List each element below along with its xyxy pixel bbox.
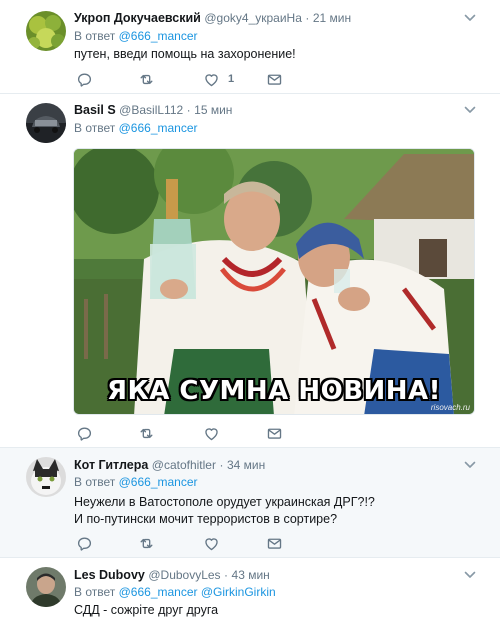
timestamp[interactable]: 43 мин — [232, 568, 270, 582]
message-button[interactable] — [266, 70, 283, 88]
reply-button[interactable] — [76, 424, 93, 442]
tweet-text: СДД - сожріте друг друга — [74, 602, 218, 619]
user-handle[interactable]: @catofhitler — [152, 458, 216, 472]
like-button[interactable]: 1 — [203, 70, 234, 88]
reply-mention[interactable]: @666_mancer — [119, 29, 198, 43]
retweet-icon — [138, 71, 155, 88]
tweet-header: Кот Гитлера @catofhitler · 34 мин — [74, 457, 265, 473]
tweet[interactable]: Укроп Докучаевский @goky4_украиНа · 21 м… — [0, 0, 500, 94]
caret-down-icon[interactable] — [464, 570, 476, 580]
reply-context: В ответ @666_mancer @GirkinGirkin — [74, 584, 276, 600]
reply-button[interactable] — [76, 70, 93, 88]
retweet-icon — [138, 425, 155, 442]
message-icon — [266, 535, 283, 552]
tweet-text-line: Неужели в Ватостополе орудует украинская… — [74, 495, 375, 509]
message-icon — [266, 425, 283, 442]
meme-watermark: risovach.ru — [430, 403, 470, 412]
meme-caption: ЯКА СУМНА НОВИНА! — [106, 376, 442, 406]
like-count: 1 — [228, 73, 235, 85]
caret-down-icon[interactable] — [464, 460, 476, 470]
reply-icon — [76, 425, 93, 442]
separator-dot: · — [224, 568, 229, 582]
like-icon — [203, 71, 220, 88]
tweet-header: Укроп Докучаевский @goky4_украиНа · 21 м… — [74, 10, 351, 26]
reply-context: В ответ @666_mancer — [74, 120, 198, 136]
message-button[interactable] — [266, 534, 283, 552]
user-handle[interactable]: @BasilL112 — [119, 103, 183, 117]
reply-mention[interactable]: @666_mancer @GirkinGirkin — [119, 585, 276, 599]
tweet-header: Les Dubovy @DubovyLes · 43 мин — [74, 567, 270, 583]
avatar[interactable] — [26, 567, 66, 607]
tweet-text-line: путен, введи помощь на захоронение! — [74, 47, 296, 61]
separator-dot: · — [305, 11, 310, 25]
message-icon — [266, 71, 283, 88]
timestamp[interactable]: 15 мин — [194, 103, 232, 117]
reply-context: В ответ @666_mancer — [74, 474, 198, 490]
user-handle[interactable]: @goky4_украиНа — [204, 11, 302, 25]
reply-prefix: В ответ — [74, 29, 116, 43]
like-button[interactable] — [203, 534, 220, 552]
display-name[interactable]: Кот Гитлера — [74, 458, 148, 472]
display-name[interactable]: Basil S — [74, 103, 116, 117]
avatar[interactable] — [26, 103, 66, 143]
tweet-text-line: И по-путински мочит террористов в сортир… — [74, 512, 338, 526]
reply-mention[interactable]: @666_mancer — [119, 475, 198, 489]
tweet-text: Неужели в Ватостополе орудует украинская… — [74, 494, 375, 528]
reply-context: В ответ @666_mancer — [74, 28, 198, 44]
reply-prefix: В ответ — [74, 585, 116, 599]
display-name[interactable]: Les Dubovy — [74, 568, 145, 582]
reply-prefix: В ответ — [74, 121, 116, 135]
like-icon — [203, 425, 220, 442]
message-button[interactable] — [266, 424, 283, 442]
timestamp[interactable]: 34 мин — [227, 458, 265, 472]
separator-dot: · — [219, 458, 224, 472]
reply-prefix: В ответ — [74, 475, 116, 489]
retweet-button[interactable] — [138, 534, 155, 552]
tweet[interactable]: Basil S @BasilL112 · 15 мин В ответ @666… — [0, 94, 500, 448]
reply-icon — [76, 71, 93, 88]
avatar[interactable] — [26, 457, 66, 497]
tweet-text: путен, введи помощь на захоронение! — [74, 46, 296, 63]
like-icon — [203, 535, 220, 552]
separator-dot: · — [186, 103, 191, 117]
reply-button[interactable] — [76, 534, 93, 552]
tweet-text-line: СДД - сожріте друг друга — [74, 603, 219, 617]
retweet-icon — [138, 535, 155, 552]
avatar[interactable] — [26, 11, 66, 51]
tweet[interactable]: Les Dubovy @DubovyLes · 43 мин В ответ @… — [0, 558, 500, 621]
user-handle[interactable]: @DubovyLes — [148, 568, 220, 582]
like-button[interactable] — [203, 424, 220, 442]
timestamp[interactable]: 21 мин — [313, 11, 351, 25]
caret-down-icon[interactable] — [464, 105, 476, 115]
tweet-header: Basil S @BasilL112 · 15 мин — [74, 102, 232, 118]
display-name[interactable]: Укроп Докучаевский — [74, 11, 201, 25]
retweet-button[interactable] — [138, 424, 155, 442]
attached-image[interactable]: ЯКА СУМНА НОВИНА! risovach.ru — [73, 148, 475, 415]
caret-down-icon[interactable] — [464, 13, 476, 23]
retweet-button[interactable] — [138, 70, 155, 88]
reply-icon — [76, 535, 93, 552]
tweet[interactable]: Кот Гитлера @catofhitler · 34 мин В отве… — [0, 448, 500, 558]
reply-mention[interactable]: @666_mancer — [119, 121, 198, 135]
